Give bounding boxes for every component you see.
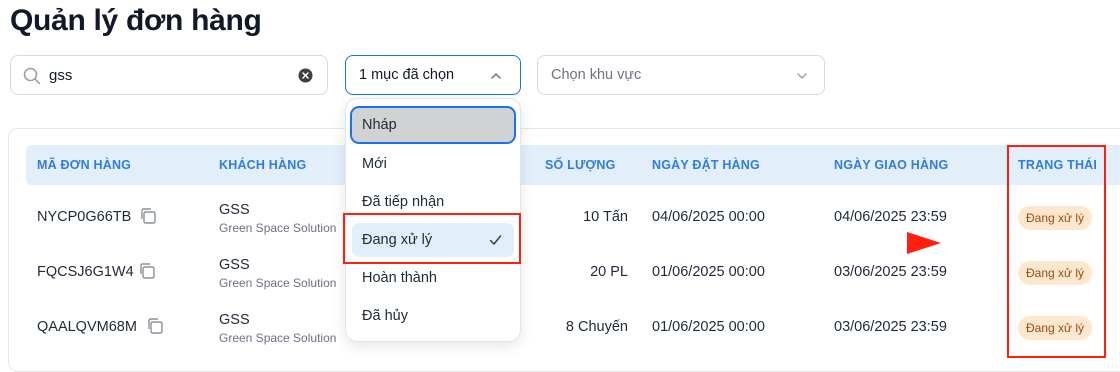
column-header-quantity[interactable]: SỐ LƯỢNG (545, 158, 616, 172)
customer-full-name: Green Space Solution (219, 221, 337, 235)
status-badge: Đang xử lý (1018, 316, 1093, 340)
copy-icon[interactable] (138, 262, 156, 280)
copy-icon[interactable] (146, 317, 164, 335)
chevron-down-icon (797, 73, 807, 79)
check-icon (489, 235, 502, 245)
status-select[interactable]: 1 mục đã chọn (345, 55, 521, 95)
status-option-processing[interactable]: Đang xử lý (352, 223, 514, 257)
page-title: Quản lý đơn hàng (10, 4, 262, 37)
order-code: FQCSJ6G1W4 (37, 264, 134, 280)
order-date: 01/06/2025 00:00 (652, 264, 765, 280)
region-select[interactable]: Chọn khu vực (537, 55, 825, 95)
order-date: 04/06/2025 00:00 (652, 209, 765, 225)
arrow-right-icon (655, 232, 941, 254)
status-option-label: Nháp (362, 117, 397, 133)
search-input[interactable] (49, 64, 289, 86)
status-dropdown-menu: Nháp Mới Đã tiếp nhận Đang xử lý Hoàn th… (345, 98, 521, 342)
search-box[interactable] (10, 55, 328, 95)
clear-icon[interactable] (298, 68, 313, 83)
customer-full-name: Green Space Solution (219, 276, 337, 290)
customer-name: GSS (219, 202, 250, 218)
column-header-status[interactable]: TRẠNG THÁI (1018, 158, 1097, 172)
quantity: 10 Tấn (583, 209, 628, 225)
customer-name: GSS (219, 312, 250, 328)
column-header-code[interactable]: MÃ ĐƠN HÀNG (37, 158, 131, 172)
status-badge: Đang xử lý (1018, 206, 1093, 230)
copy-icon[interactable] (139, 207, 157, 225)
status-option-label: Mới (362, 156, 387, 172)
search-icon (23, 67, 41, 85)
order-code: NYCP0G66TB (37, 209, 132, 225)
status-option-new[interactable]: Mới (352, 147, 514, 181)
status-option-completed[interactable]: Hoàn thành (352, 261, 514, 295)
column-header-order-date[interactable]: NGÀY ĐẶT HÀNG (652, 158, 760, 172)
delivery-date: 03/06/2025 23:59 (834, 319, 947, 335)
status-badge: Đang xử lý (1018, 261, 1093, 285)
status-option-draft[interactable]: Nháp (352, 108, 514, 142)
customer-full-name: Green Space Solution (219, 331, 337, 345)
status-option-received[interactable]: Đã tiếp nhận (352, 185, 514, 219)
status-option-label: Đã hủy (362, 308, 408, 324)
order-date: 01/06/2025 00:00 (652, 319, 765, 335)
status-option-label: Đang xử lý (362, 232, 433, 248)
order-code: QAALQVM68M (37, 319, 137, 335)
quantity: 8 Chuyến (565, 319, 628, 335)
column-header-customer[interactable]: KHÁCH HÀNG (219, 158, 306, 172)
status-option-label: Đã tiếp nhận (362, 194, 445, 210)
column-header-delivery-date[interactable]: NGÀY GIAO HÀNG (834, 158, 948, 172)
status-option-label: Hoàn thành (362, 270, 437, 286)
status-option-cancelled[interactable]: Đã hủy (352, 299, 514, 333)
chevron-up-icon (491, 73, 501, 79)
delivery-date: 03/06/2025 23:59 (834, 264, 947, 280)
customer-name: GSS (219, 257, 250, 273)
quantity: 20 PL (590, 264, 628, 280)
delivery-date: 04/06/2025 23:59 (834, 209, 947, 225)
region-select-placeholder: Chọn khu vực (551, 67, 642, 83)
status-select-value: 1 mục đã chọn (359, 67, 455, 83)
